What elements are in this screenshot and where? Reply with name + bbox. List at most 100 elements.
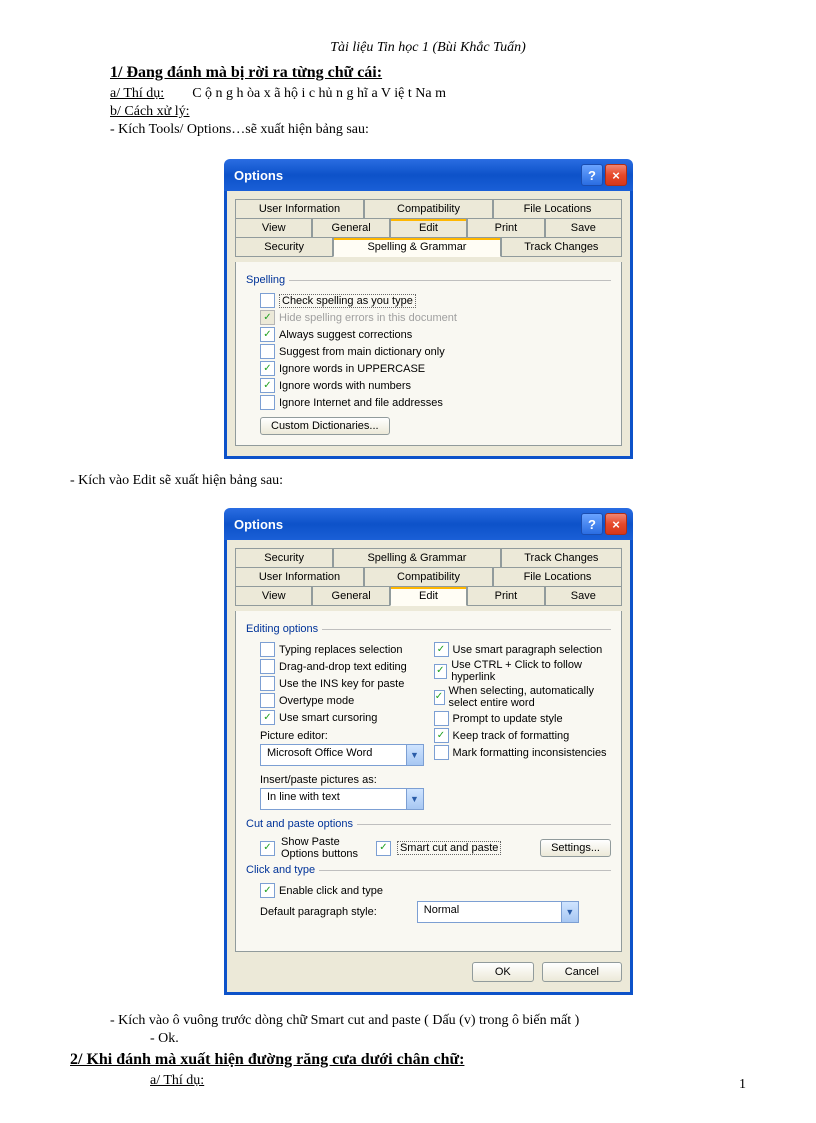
tab-general[interactable]: General [312, 218, 389, 238]
checkbox[interactable]: ✓ [434, 690, 445, 705]
chevron-down-icon[interactable]: ▼ [561, 902, 578, 922]
opt-ins-key[interactable]: Use the INS key for paste [279, 678, 404, 690]
checkbox[interactable]: ✓ [434, 642, 449, 657]
text-line: - Kích vào ô vuông trước dòng chữ Smart … [110, 1013, 746, 1029]
opt-overtype[interactable]: Overtype mode [279, 695, 354, 707]
ok-button[interactable]: OK [472, 962, 534, 982]
section1-title: 1/ Đang đánh mà bị rời ra từng chữ cái: [110, 64, 746, 82]
checkbox[interactable] [260, 676, 275, 691]
tab-spelling-grammar[interactable]: Spelling & Grammar [333, 237, 500, 257]
opt-smart-cursor[interactable]: Use smart cursoring [279, 712, 377, 724]
text-line: b/ Cách xử lý: [110, 104, 746, 120]
text-line: - Kích vào Edit sẽ xuất hiện bảng sau: [70, 473, 746, 489]
label-picture-editor: Picture editor: [246, 726, 424, 744]
checkbox[interactable]: ✓ [260, 327, 275, 342]
opt-main-dict[interactable]: Suggest from main dictionary only [279, 346, 445, 358]
tab-general[interactable]: General [312, 586, 389, 606]
opt-drag-drop[interactable]: Drag-and-drop text editing [279, 661, 407, 673]
tab-view[interactable]: View [235, 218, 312, 238]
section-editing: Editing options [246, 623, 611, 635]
checkbox[interactable]: ✓ [376, 841, 391, 856]
tab-print[interactable]: Print [467, 218, 544, 238]
tab-edit[interactable]: Edit [390, 586, 467, 606]
tab-security[interactable]: Security [235, 548, 333, 568]
checkbox[interactable] [434, 745, 449, 760]
checkbox[interactable] [260, 395, 275, 410]
tab-security[interactable]: Security [235, 237, 333, 257]
opt-ctrl-click[interactable]: Use CTRL + Click to follow hyperlink [451, 659, 611, 683]
text-line: a/ Thí dụ: [150, 1073, 746, 1089]
tab-save[interactable]: Save [545, 218, 622, 238]
text-line: - Kích Tools/ Options…sẽ xuất hiện bảng … [110, 122, 746, 138]
checkbox[interactable]: ✓ [260, 883, 275, 898]
opt-suggest[interactable]: Always suggest corrections [279, 329, 412, 341]
opt-select-word[interactable]: When selecting, automatically select ent… [449, 685, 612, 709]
checkbox[interactable]: ✓ [260, 710, 275, 725]
opt-internet[interactable]: Ignore Internet and file addresses [279, 397, 443, 409]
tab-track-changes[interactable]: Track Changes [501, 237, 622, 257]
section-cut-paste: Cut and paste options [246, 818, 611, 830]
label-paragraph-style: Default paragraph style: [260, 906, 377, 918]
tab-print[interactable]: Print [467, 586, 544, 606]
checkbox[interactable] [260, 344, 275, 359]
combo-paragraph-style[interactable]: Normal▼ [417, 901, 579, 923]
label-insert-pictures: Insert/paste pictures as: [246, 770, 424, 788]
tab-user-information[interactable]: User Information [235, 199, 364, 219]
help-button[interactable]: ? [581, 513, 603, 535]
opt-numbers[interactable]: Ignore words with numbers [279, 380, 411, 392]
checkbox[interactable] [260, 293, 275, 308]
opt-smart-paragraph[interactable]: Use smart paragraph selection [453, 644, 603, 656]
opt-show-paste[interactable]: Show Paste Options buttons [281, 836, 370, 860]
section-spelling: Spelling [246, 274, 611, 286]
chevron-down-icon[interactable]: ▼ [406, 745, 423, 765]
opt-smart-cut-paste[interactable]: Smart cut and paste [397, 841, 501, 855]
close-button[interactable]: × [605, 513, 627, 535]
dialog-titlebar[interactable]: Options ? × [224, 508, 633, 540]
section2-title: 2/ Khi đánh mà xuất hiện đường răng cưa … [70, 1051, 746, 1069]
tab-compatibility[interactable]: Compatibility [364, 199, 493, 219]
opt-hide-errors: Hide spelling errors in this document [279, 312, 457, 324]
checkbox[interactable]: ✓ [260, 361, 275, 376]
close-button[interactable]: × [605, 164, 627, 186]
help-button[interactable]: ? [581, 164, 603, 186]
opt-check-spelling[interactable]: Check spelling as you type [279, 294, 416, 308]
cancel-button[interactable]: Cancel [542, 962, 622, 982]
opt-uppercase[interactable]: Ignore words in UPPERCASE [279, 363, 425, 375]
checkbox[interactable] [434, 711, 449, 726]
checkbox[interactable] [260, 659, 275, 674]
tab-compatibility[interactable]: Compatibility [364, 567, 493, 587]
checkbox[interactable]: ✓ [260, 378, 275, 393]
opt-mark-formatting[interactable]: Mark formatting inconsistencies [453, 747, 607, 759]
checkbox[interactable] [260, 642, 275, 657]
tab-edit[interactable]: Edit [390, 218, 467, 238]
dialog-title: Options [234, 168, 283, 183]
checkbox[interactable]: ✓ [260, 841, 275, 856]
dialog-titlebar[interactable]: Options ? × [224, 159, 633, 191]
section-click-type: Click and type [246, 864, 611, 876]
opt-prompt-update[interactable]: Prompt to update style [453, 713, 563, 725]
combo-picture-editor[interactable]: Microsoft Office Word▼ [260, 744, 424, 766]
tab-spelling-grammar[interactable]: Spelling & Grammar [333, 548, 500, 568]
settings-button[interactable]: Settings... [540, 839, 611, 857]
doc-header: Tài liệu Tin học 1 (Bùi Khắc Tuấn) [110, 40, 746, 56]
chevron-down-icon[interactable]: ▼ [406, 789, 423, 809]
page-number: 1 [739, 1077, 746, 1093]
tab-save[interactable]: Save [545, 586, 622, 606]
text-line: a/ Thí dụ: C ộ n g h òa x ã hộ i c hủ n … [110, 86, 746, 102]
tab-user-information[interactable]: User Information [235, 567, 364, 587]
checkbox: ✓ [260, 310, 275, 325]
opt-enable-click[interactable]: Enable click and type [279, 885, 383, 897]
checkbox[interactable] [260, 693, 275, 708]
tab-file-locations[interactable]: File Locations [493, 567, 622, 587]
opt-keep-track[interactable]: Keep track of formatting [453, 730, 570, 742]
tab-file-locations[interactable]: File Locations [493, 199, 622, 219]
dialog-title: Options [234, 517, 283, 532]
checkbox[interactable]: ✓ [434, 728, 449, 743]
tab-track-changes[interactable]: Track Changes [501, 548, 622, 568]
text-line: - Ok. [150, 1031, 746, 1047]
opt-typing-replaces[interactable]: Typing replaces selection [279, 644, 403, 656]
tab-view[interactable]: View [235, 586, 312, 606]
custom-dictionaries-button[interactable]: Custom Dictionaries... [260, 417, 390, 435]
checkbox[interactable]: ✓ [434, 664, 448, 679]
combo-insert-pictures[interactable]: In line with text▼ [260, 788, 424, 810]
